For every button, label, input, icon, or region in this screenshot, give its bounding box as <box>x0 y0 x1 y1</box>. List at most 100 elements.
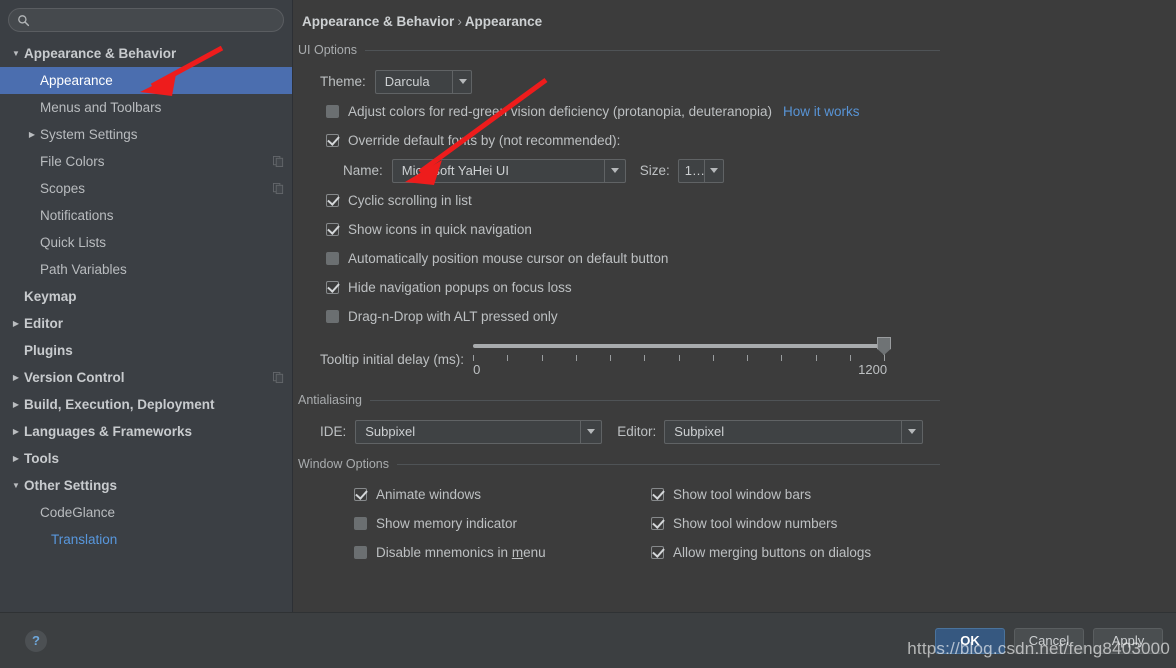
sidebar-item-plugins[interactable]: Plugins <box>0 337 292 364</box>
window-options-title: Window Options <box>298 457 390 471</box>
window-option-show-tool-window-bars-label: Show tool window bars <box>673 487 812 502</box>
slider-max-label: 1200 <box>858 362 888 377</box>
editor-antialiasing-label: Editor: <box>617 424 657 439</box>
window-option-show-memory-indicator-checkbox[interactable] <box>354 517 367 530</box>
sidebar-item-tools[interactable]: ▶ Tools <box>0 445 292 472</box>
sidebar-item-translation[interactable]: Translation <box>11 526 292 553</box>
slider-tick <box>541 355 543 361</box>
window-option-animate-windows-checkbox[interactable] <box>354 488 367 501</box>
window-option-show-tool-window-numbers-checkbox[interactable] <box>651 517 664 530</box>
sidebar-item-file-colors[interactable]: File Colors <box>0 148 292 175</box>
window-option-allow-merging-buttons-on-dialogs-checkbox[interactable] <box>651 546 664 559</box>
divider-line <box>365 49 940 51</box>
slider-tick <box>610 355 612 361</box>
slider-track[interactable] <box>473 344 885 348</box>
option-drag-n-drop-with-alt-pressed-only-label: Drag-n-Drop with ALT pressed only <box>348 309 558 324</box>
chevron-right-icon[interactable]: ▶ <box>8 319 24 328</box>
sidebar-item-other-settings[interactable]: ▼ Other Settings <box>0 472 292 499</box>
sidebar-item-path-variables[interactable]: Path Variables <box>0 256 292 283</box>
help-button[interactable]: ? <box>25 629 47 652</box>
font-name-label: Name: <box>343 163 383 178</box>
ide-antialiasing-select[interactable]: Subpixel <box>355 419 603 444</box>
sidebar-item-editor[interactable]: ▶ Editor <box>0 310 292 337</box>
option-drag-n-drop-with-alt-pressed-only-checkbox[interactable] <box>326 310 339 323</box>
sidebar-item-quick-lists[interactable]: Quick Lists <box>0 229 292 256</box>
sidebar-item-build-execution-deployment[interactable]: ▶ Build, Execution, Deployment <box>0 391 292 418</box>
chevron-down-icon[interactable] <box>703 159 723 182</box>
slider-tick <box>884 355 886 361</box>
sidebar-item-codeglance[interactable]: CodeGlance <box>0 499 292 526</box>
sidebar-item-label: Version Control <box>24 370 125 385</box>
window-option-show-tool-window-bars-checkbox[interactable] <box>651 488 664 501</box>
sidebar-item-languages-frameworks[interactable]: ▶ Languages & Frameworks <box>0 418 292 445</box>
override-fonts-checkbox[interactable] <box>326 134 339 147</box>
search-box[interactable] <box>8 8 284 32</box>
chevron-down-icon[interactable] <box>901 420 922 443</box>
chevron-down-icon[interactable] <box>451 70 473 93</box>
option-cyclic-scrolling-in-list-row: Cyclic scrolling in list <box>298 186 940 215</box>
slider-tick <box>644 355 646 361</box>
window-option-animate-windows-row: Animate windows <box>326 480 595 509</box>
adjust-colors-checkbox[interactable] <box>326 105 339 118</box>
theme-value: Darcula <box>384 74 430 89</box>
sidebar-item-appearance[interactable]: Appearance <box>0 67 292 94</box>
chevron-down-icon[interactable] <box>603 159 625 182</box>
how-it-works-link[interactable]: How it works <box>783 104 860 119</box>
sidebar-item-label: Scopes <box>40 181 86 196</box>
font-name-select[interactable]: Microsoft YaHei UI <box>391 158 626 183</box>
font-name-value: Microsoft YaHei UI <box>401 163 509 178</box>
chevron-down-icon[interactable] <box>580 420 601 443</box>
font-size-value: 14 <box>684 163 700 178</box>
breadcrumb-separator: › <box>457 14 462 29</box>
option-hide-navigation-popups-on-focus-loss-checkbox[interactable] <box>326 281 339 294</box>
option-cyclic-scrolling-in-list-checkbox[interactable] <box>326 194 339 207</box>
sidebar-item-keymap[interactable]: Keymap <box>0 283 292 310</box>
slider-tick <box>815 355 817 361</box>
sidebar-item-label: Path Variables <box>40 262 127 277</box>
copy-icon[interactable] <box>273 183 284 194</box>
sidebar-item-label: Translation <box>51 532 118 547</box>
font-size-select[interactable]: 14 <box>677 158 724 183</box>
cancel-button[interactable]: Cancel <box>1014 627 1084 654</box>
antialiasing-row: IDE: Subpixel Editor: Subpixel <box>298 416 940 447</box>
editor-antialiasing-select[interactable]: Subpixel <box>664 419 924 444</box>
copy-icon[interactable] <box>273 372 284 383</box>
theme-select[interactable]: Darcula <box>374 69 473 94</box>
settings-dialog: ▼ Appearance & Behavior Appearance Menus an… <box>0 0 1176 668</box>
option-automatically-position-mouse-cursor-on-default-button-checkbox[interactable] <box>326 252 339 265</box>
chevron-right-icon[interactable]: ▶ <box>24 130 40 139</box>
option-automatically-position-mouse-cursor-on-default-button-label: Automatically position mouse cursor on d… <box>348 251 669 266</box>
copy-icon[interactable] <box>273 156 284 167</box>
sidebar-item-scopes[interactable]: Scopes <box>0 175 292 202</box>
divider-line <box>397 463 940 465</box>
sidebar-item-menus-and-toolbars[interactable]: Menus and Toolbars <box>0 94 292 121</box>
slider-thumb[interactable] <box>877 337 892 355</box>
slider-ticks <box>473 355 886 362</box>
sidebar-item-appearance-behavior[interactable]: ▼ Appearance & Behavior <box>0 40 292 67</box>
breadcrumb-leaf: Appearance <box>464 14 543 29</box>
chevron-right-icon[interactable]: ▶ <box>8 373 24 382</box>
slider-tick <box>507 355 509 361</box>
window-options-left-column: Animate windows Show memory indicator Disa… <box>298 480 595 567</box>
window-option-disable-mnemonics-in-menu-checkbox[interactable] <box>354 546 367 559</box>
ok-button[interactable]: OK <box>935 627 1005 654</box>
chevron-down-icon[interactable]: ▼ <box>8 481 24 490</box>
sidebar-item-notifications[interactable]: Notifications <box>0 202 292 229</box>
option-show-icons-in-quick-navigation-checkbox[interactable] <box>326 223 339 236</box>
search-input[interactable] <box>36 13 275 27</box>
slider-tick <box>678 355 680 361</box>
sidebar-item-version-control[interactable]: ▶ Version Control <box>0 364 292 391</box>
chevron-right-icon[interactable]: ▶ <box>8 400 24 409</box>
option-hide-navigation-popups-on-focus-loss-row: Hide navigation popups on focus loss <box>298 273 940 302</box>
theme-row: Theme: Darcula <box>298 66 940 97</box>
ui-options-title: UI Options <box>298 43 358 57</box>
slider-tick <box>747 355 749 361</box>
ui-options-checkbox-list: Cyclic scrolling in list Show icons in qu… <box>298 186 940 331</box>
apply-button[interactable]: Apply <box>1093 627 1163 654</box>
chevron-down-icon[interactable]: ▼ <box>8 49 24 58</box>
sidebar-item-system-settings[interactable]: ▶ System Settings <box>0 121 292 148</box>
slider-tick <box>712 355 714 361</box>
chevron-right-icon[interactable]: ▶ <box>8 454 24 463</box>
override-fonts-label: Override default fonts by (not recommend… <box>348 133 621 148</box>
chevron-right-icon[interactable]: ▶ <box>8 427 24 436</box>
